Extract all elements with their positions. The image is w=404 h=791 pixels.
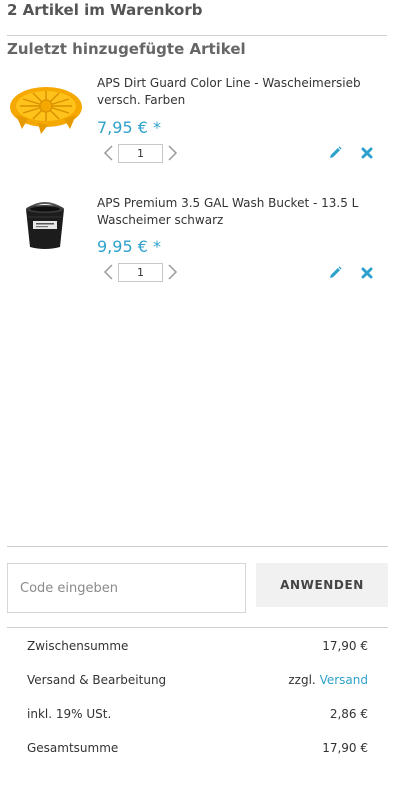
apply-coupon-button[interactable]: ANWENDEN <box>256 563 388 607</box>
chevron-right-icon[interactable] <box>166 262 180 282</box>
tax-row: inkl. 19% USt. 2,86 € <box>27 705 368 723</box>
recently-added-title: Zuletzt hinzugefügte Artikel <box>7 40 246 58</box>
subtotal-row: Zwischensumme 17,90 € <box>27 637 368 655</box>
item-price: 7,95 € * <box>97 118 161 137</box>
cart-item: APS Premium 3.5 GAL Wash Bucket - 13.5 L… <box>0 195 404 305</box>
coupon-code-input[interactable] <box>7 563 246 613</box>
product-image-dirt-guard[interactable] <box>8 79 84 139</box>
cart-title: 2 Artikel im Warenkorb <box>7 1 203 19</box>
item-name[interactable]: APS Dirt Guard Color Line - Wascheimersi… <box>97 75 387 109</box>
item-name[interactable]: APS Premium 3.5 GAL Wash Bucket - 13.5 L… <box>97 195 387 229</box>
product-image-wash-bucket[interactable] <box>20 199 70 251</box>
cart-item: APS Dirt Guard Color Line - Wascheimersi… <box>0 75 404 185</box>
subtotal-label: Zwischensumme <box>27 639 129 653</box>
pencil-icon[interactable] <box>327 145 343 161</box>
shipping-row: Versand & Bearbeitung zzgl. Versand <box>27 671 368 689</box>
subtotal-value: 17,90 € <box>322 639 368 653</box>
divider <box>7 546 388 547</box>
close-icon[interactable] <box>359 145 375 161</box>
chevron-left-icon[interactable] <box>101 262 115 282</box>
tax-label: inkl. 19% USt. <box>27 707 112 721</box>
close-icon[interactable] <box>359 265 375 281</box>
chevron-right-icon[interactable] <box>166 143 180 163</box>
cart-header: 2 Artikel im Warenkorb <box>7 0 387 36</box>
shipping-label: Versand & Bearbeitung <box>27 673 167 687</box>
shipping-link[interactable]: Versand <box>320 673 368 687</box>
quantity-input[interactable] <box>118 263 163 282</box>
quantity-input[interactable] <box>118 144 163 163</box>
total-value: 17,90 € <box>322 741 368 755</box>
total-row: Gesamtsumme 17,90 € <box>27 739 368 757</box>
total-label: Gesamtsumme <box>27 741 119 755</box>
divider <box>7 627 388 628</box>
item-price: 9,95 € * <box>97 237 161 256</box>
tax-value: 2,86 € <box>329 707 368 721</box>
shipping-prefix: zzgl. <box>288 673 316 687</box>
chevron-left-icon[interactable] <box>101 143 115 163</box>
shipping-value: zzgl. Versand <box>288 671 368 689</box>
pencil-icon[interactable] <box>327 265 343 281</box>
